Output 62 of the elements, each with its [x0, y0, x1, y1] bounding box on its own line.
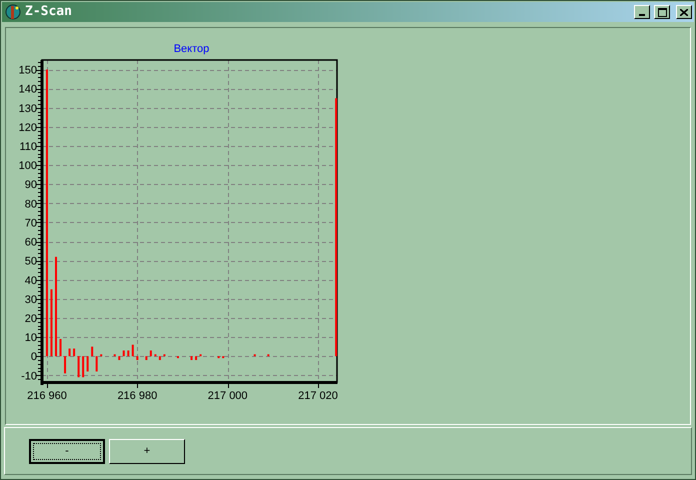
- bar: [136, 356, 138, 360]
- x-tick-label: 217 020: [298, 390, 338, 402]
- step-button[interactable]: +: [109, 438, 185, 464]
- window-title: Z-Scan: [25, 3, 72, 22]
- bar: [122, 350, 125, 356]
- bar: [114, 354, 116, 356]
- app-icon: [5, 4, 21, 20]
- y-tick-label: 150: [18, 64, 37, 77]
- bar: [163, 354, 166, 356]
- bar: [82, 356, 84, 378]
- y-tick-label: -10: [21, 370, 37, 382]
- bar: [154, 354, 156, 356]
- maximize-button[interactable]: [654, 5, 670, 19]
- bar: [254, 354, 256, 356]
- minimize-icon: [639, 14, 645, 16]
- y-tick-label: 10: [24, 332, 37, 344]
- y-tick-label: 120: [18, 122, 37, 134]
- bar: [176, 356, 179, 358]
- y-tick-label: 130: [18, 102, 37, 115]
- bar: [91, 346, 94, 356]
- bar: [132, 344, 134, 356]
- bar: [86, 356, 89, 372]
- bar: [78, 356, 80, 378]
- bar: [190, 356, 193, 360]
- bar: [73, 348, 76, 356]
- y-tick-label: 40: [24, 274, 37, 287]
- y-tick-label: 0: [30, 351, 37, 364]
- bar: [100, 354, 102, 356]
- close-button[interactable]: [676, 5, 692, 19]
- bar: [64, 356, 66, 374]
- bar: [150, 350, 152, 356]
- bar: [96, 356, 98, 372]
- y-tick-label: 100: [18, 160, 37, 172]
- chart-title: Вектор: [174, 43, 210, 55]
- bar: [267, 354, 270, 356]
- bar: [158, 356, 161, 360]
- y-tick-label: 50: [24, 256, 37, 268]
- bar: [60, 339, 62, 356]
- bar: [145, 356, 148, 360]
- bar: [222, 356, 224, 358]
- bar: [50, 289, 52, 356]
- y-tick-label: 90: [24, 179, 37, 192]
- bar: [195, 356, 198, 360]
- x-tick-label: 216 960: [27, 390, 67, 402]
- y-tick-label: 70: [24, 217, 37, 230]
- bar: [218, 356, 220, 358]
- bar: [127, 350, 130, 356]
- maximize-icon: [658, 8, 666, 16]
- y-tick-label: 20: [24, 312, 37, 325]
- x-tick-label: 216 980: [117, 390, 158, 402]
- y-tick-label: 110: [19, 141, 37, 153]
- y-tick-label: 60: [24, 236, 37, 249]
- bar: [118, 356, 120, 360]
- step-button[interactable]: -: [29, 438, 105, 464]
- bar: [68, 348, 71, 356]
- close-icon: [680, 8, 688, 16]
- bar: [200, 354, 202, 356]
- minimize-button[interactable]: [634, 5, 650, 19]
- x-tick-label: 217 000: [208, 390, 248, 402]
- y-tick-label: 30: [24, 294, 37, 306]
- y-tick-label: 140: [18, 84, 37, 96]
- y-tick-label: 80: [24, 198, 37, 210]
